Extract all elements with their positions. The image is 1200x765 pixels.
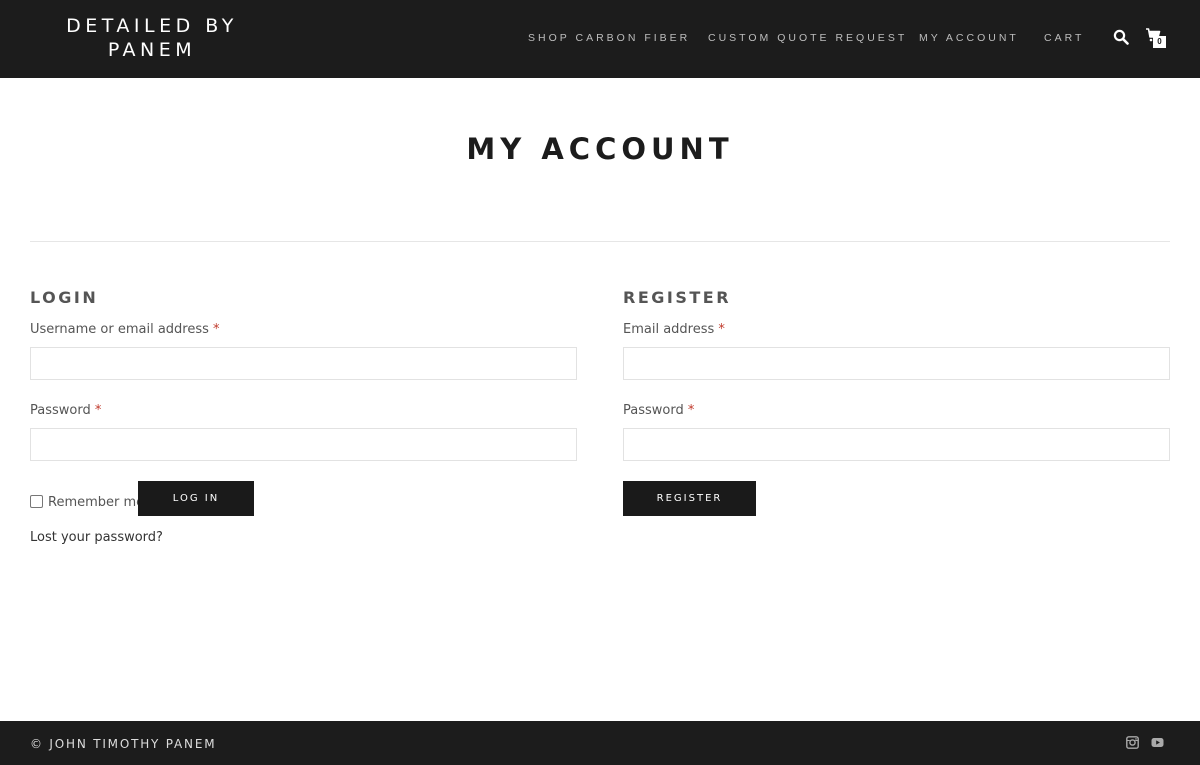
copyright-text: © JOHN TIMOTHY PANEM xyxy=(30,737,217,751)
username-input[interactable] xyxy=(30,347,577,380)
login-password-label: Password * xyxy=(30,403,101,418)
login-password-label-text: Password xyxy=(30,403,91,418)
youtube-icon[interactable] xyxy=(1151,736,1164,749)
required-mark: * xyxy=(213,322,220,337)
username-label-text: Username or email address xyxy=(30,322,209,337)
required-mark: * xyxy=(94,403,102,418)
site-header: DETAILED BY PANEM SHOP CARBON FIBER CUST… xyxy=(0,0,1200,78)
remember-me-label[interactable]: Remember me xyxy=(48,495,144,510)
username-label: Username or email address * xyxy=(30,322,220,337)
title-divider xyxy=(30,241,1170,242)
remember-me-checkbox[interactable] xyxy=(30,495,43,508)
login-password-input[interactable] xyxy=(30,428,577,461)
register-email-input[interactable] xyxy=(623,347,1170,380)
required-mark: * xyxy=(718,322,725,337)
register-password-label: Password * xyxy=(623,403,694,418)
nav-custom-quote-request[interactable]: CUSTOM QUOTE REQUEST xyxy=(708,32,907,44)
nav-shop-carbon-fiber[interactable]: SHOP CARBON FIBER xyxy=(528,32,690,44)
login-title: LOGIN xyxy=(30,288,99,307)
email-label-text: Email address xyxy=(623,322,715,337)
cart-count-badge: 0 xyxy=(1153,36,1166,48)
site-footer: © JOHN TIMOTHY PANEM xyxy=(0,721,1200,765)
register-button[interactable]: REGISTER xyxy=(623,481,756,516)
register-title: REGISTER xyxy=(623,288,732,307)
search-icon[interactable] xyxy=(1113,29,1129,45)
register-password-label-text: Password xyxy=(623,403,684,418)
site-logo[interactable]: DETAILED BY PANEM xyxy=(60,14,244,62)
login-button[interactable]: LOG IN xyxy=(138,481,254,516)
email-label: Email address * xyxy=(623,322,725,337)
instagram-icon[interactable] xyxy=(1126,736,1139,749)
required-mark: * xyxy=(687,403,695,418)
lost-password-link[interactable]: Lost your password? xyxy=(30,530,163,545)
nav-cart[interactable]: CART xyxy=(1044,32,1084,44)
page-title: MY ACCOUNT xyxy=(466,132,734,166)
nav-my-account[interactable]: MY ACCOUNT xyxy=(919,32,1019,44)
register-password-input[interactable] xyxy=(623,428,1170,461)
